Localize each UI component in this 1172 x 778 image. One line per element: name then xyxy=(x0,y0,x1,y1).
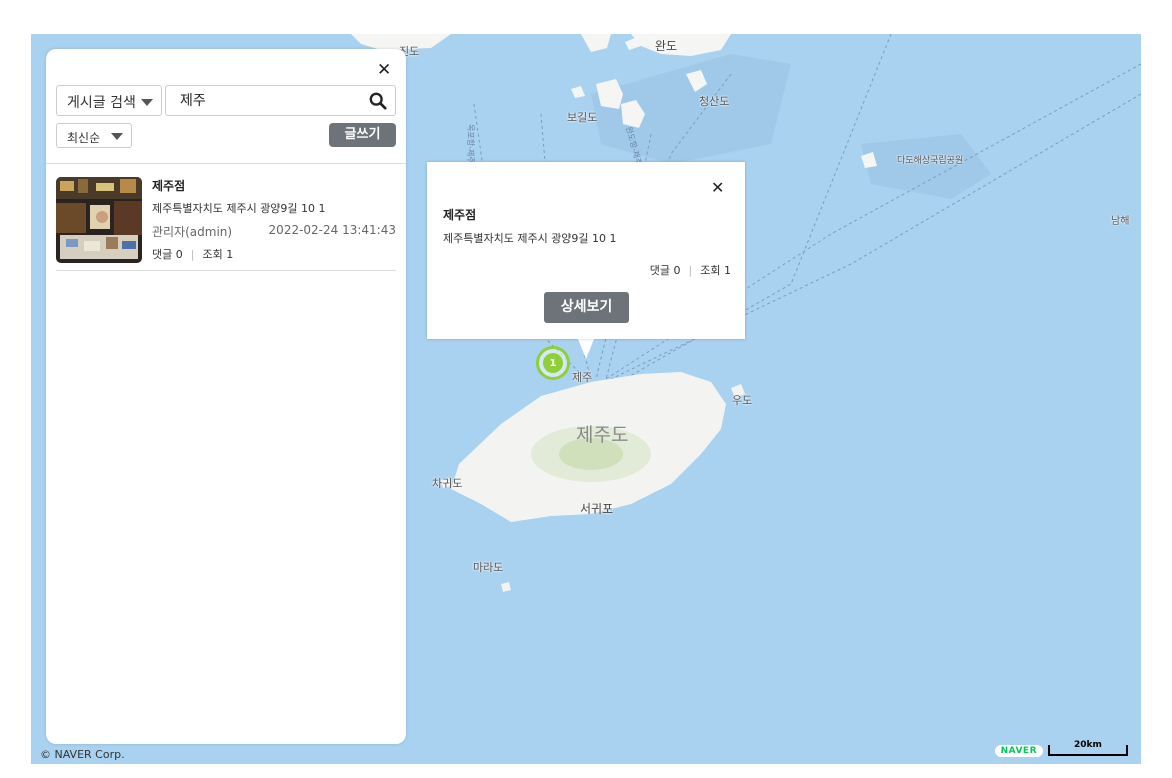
popup-tail xyxy=(578,339,594,359)
map-scale-label: 20km xyxy=(1074,740,1102,750)
search-box xyxy=(165,85,396,116)
separator: | xyxy=(688,264,693,277)
divider xyxy=(46,163,406,164)
map-scale-bar: 20km xyxy=(1048,740,1128,756)
map-label-namhae: 남해 xyxy=(1111,216,1130,227)
item-views: 조회 1 xyxy=(202,248,234,261)
popup-stats: 댓글 0 | 조회 1 xyxy=(650,262,731,278)
map-label-udo: 우도 xyxy=(732,394,753,407)
item-title[interactable]: 제주점 xyxy=(152,177,185,194)
popup-views: 조회 1 xyxy=(700,264,731,277)
search-icon[interactable] xyxy=(369,92,387,110)
detail-button[interactable]: 상세보기 xyxy=(544,292,629,323)
caret-down-icon xyxy=(141,99,153,106)
popup-address: 제주특별자치도 제주시 광양9길 10 1 xyxy=(443,232,617,245)
sort-select[interactable]: 최신순 xyxy=(56,123,132,148)
naver-logo[interactable]: NAVER xyxy=(994,745,1043,757)
item-stats: 댓글 0 | 조회 1 xyxy=(152,246,233,262)
map-label-jeju-city: 제주 xyxy=(572,371,593,384)
search-input[interactable] xyxy=(178,91,362,109)
thumbnail-image xyxy=(56,177,142,263)
list-item[interactable]: 제주점 제주특별자치도 제주시 광양9길 10 1 관리자(admin) 202… xyxy=(56,177,396,271)
map-label-jejudo: 제주도 xyxy=(576,424,629,446)
map-copyright: © NAVER Corp. xyxy=(40,748,125,761)
map-label-seogwipo: 서귀포 xyxy=(580,502,614,516)
map-label-bogildo: 보길도 xyxy=(567,111,598,124)
info-popup: ✕ 제주점 제주특별자치도 제주시 광양9길 10 1 댓글 0 | 조회 1 상세… xyxy=(427,162,745,339)
popup-comments: 댓글 0 xyxy=(649,264,681,277)
close-icon[interactable]: ✕ xyxy=(377,60,391,80)
write-button[interactable]: 글쓰기 xyxy=(329,123,396,147)
separator: | xyxy=(190,248,195,261)
map-label-wando: 완도 xyxy=(655,39,678,53)
map-label-chagwido: 차귀도 xyxy=(432,477,463,490)
map-label-marado: 마라도 xyxy=(473,561,504,574)
popup-title: 제주점 xyxy=(443,208,477,222)
close-icon[interactable]: ✕ xyxy=(711,178,724,197)
item-author: 관리자(admin) xyxy=(152,225,233,239)
map-marker-cluster[interactable]: 1 xyxy=(536,346,570,380)
marker-count: 1 xyxy=(543,353,563,373)
search-type-select[interactable]: 게시글 검색 xyxy=(56,85,162,116)
item-address: 제주특별자치도 제주시 광양9길 10 1 xyxy=(152,202,326,215)
item-comments: 댓글 0 xyxy=(152,248,183,261)
map-label-dadohae: 다도해상국립공원 xyxy=(897,156,964,166)
search-type-value: 게시글 검색 xyxy=(67,95,136,111)
item-date: 2022-02-24 13:41:43 xyxy=(268,223,396,237)
caret-down-icon xyxy=(111,133,123,140)
search-panel: ✕ 게시글 검색 최신순 글쓰기 xyxy=(46,49,406,744)
map-label-cheongsando: 청산도 xyxy=(699,95,730,108)
sort-value: 최신순 xyxy=(67,131,101,145)
